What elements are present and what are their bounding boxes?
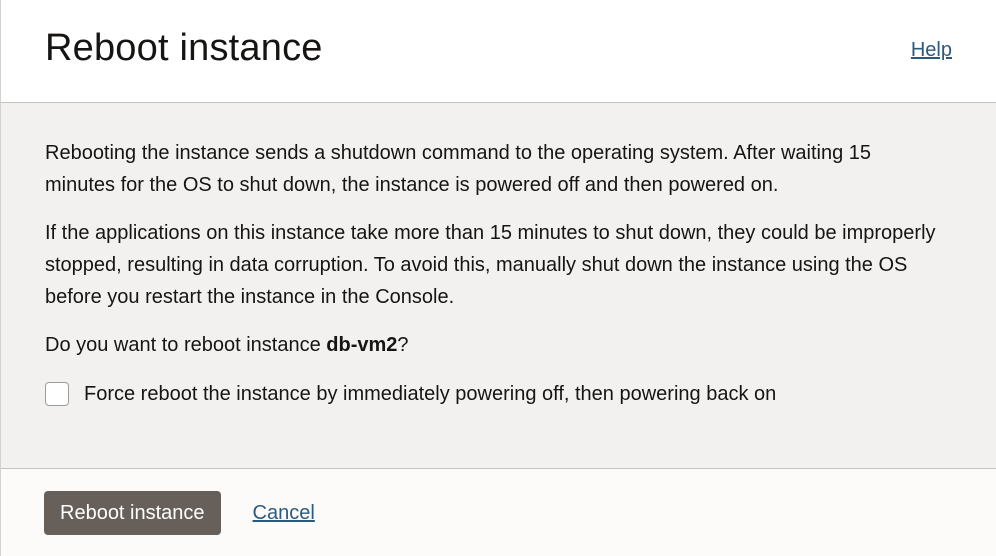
- reboot-instance-button[interactable]: Reboot instance: [44, 491, 221, 535]
- force-reboot-option[interactable]: Force reboot the instance by immediately…: [45, 378, 952, 410]
- warning-paragraph: If the applications on this instance tak…: [45, 222, 936, 308]
- confirmation-question: Do you want to reboot instance db-vm2?: [45, 329, 952, 361]
- cancel-link[interactable]: Cancel: [253, 491, 315, 535]
- force-reboot-label[interactable]: Force reboot the instance by immediately…: [84, 378, 776, 410]
- help-link[interactable]: Help: [911, 39, 952, 62]
- question-suffix: ?: [397, 334, 409, 356]
- description-paragraph: Rebooting the instance sends a shutdown …: [45, 142, 872, 196]
- dialog-body: Rebooting the instance sends a shutdown …: [1, 103, 996, 469]
- reboot-instance-dialog: Reboot instance Help Rebooting the insta…: [0, 0, 996, 556]
- dialog-title: Reboot instance: [45, 26, 323, 69]
- force-reboot-checkbox[interactable]: [45, 382, 69, 406]
- dialog-footer: Reboot instance Cancel: [1, 469, 996, 556]
- dialog-header: Reboot instance Help: [1, 0, 996, 103]
- question-prefix: Do you want to reboot instance: [45, 334, 327, 356]
- instance-name: db-vm2: [326, 334, 398, 356]
